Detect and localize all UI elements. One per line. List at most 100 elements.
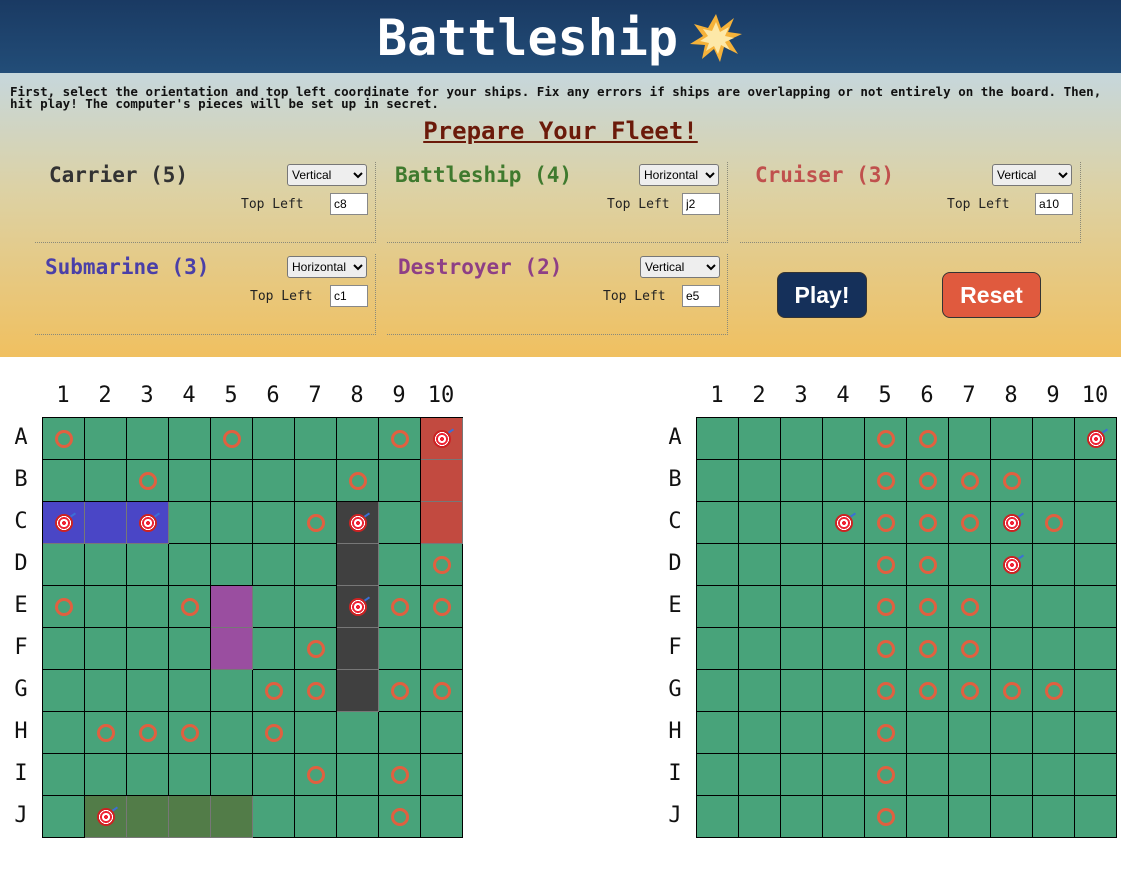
board-cell-h1[interactable] (697, 712, 739, 754)
board-cell-c9[interactable] (1033, 502, 1075, 544)
board-cell-j5[interactable] (865, 796, 907, 838)
board-cell-f5[interactable] (865, 628, 907, 670)
board-cell-c5[interactable] (865, 502, 907, 544)
board-cell-e1[interactable] (697, 586, 739, 628)
board-cell-f4[interactable] (823, 628, 865, 670)
board-cell-c4[interactable] (823, 502, 865, 544)
board-cell-d7[interactable] (949, 544, 991, 586)
board-cell-h6[interactable] (907, 712, 949, 754)
board-cell-d4[interactable] (823, 544, 865, 586)
board-cell-a6[interactable] (907, 418, 949, 460)
board-cell-a4[interactable] (823, 418, 865, 460)
board-cell-g7[interactable] (949, 670, 991, 712)
orientation-select-destroyer[interactable]: Vertical (640, 256, 720, 278)
board-cell-b2[interactable] (739, 460, 781, 502)
board-cell-g9[interactable] (1033, 670, 1075, 712)
board-cell-h3[interactable] (781, 712, 823, 754)
top-left-input-cruiser[interactable] (1035, 193, 1073, 215)
board-cell-c3[interactable] (781, 502, 823, 544)
board-cell-a10[interactable] (1075, 418, 1117, 460)
play-button[interactable]: Play! (777, 272, 867, 318)
board-cell-e3[interactable] (781, 586, 823, 628)
board-cell-i5[interactable] (865, 754, 907, 796)
board-cell-j9[interactable] (1033, 796, 1075, 838)
board-cell-c7[interactable] (949, 502, 991, 544)
board-cell-e9[interactable] (1033, 586, 1075, 628)
board-cell-a2[interactable] (739, 418, 781, 460)
board-cell-f3[interactable] (781, 628, 823, 670)
board-cell-g8[interactable] (991, 670, 1033, 712)
board-cell-e7[interactable] (949, 586, 991, 628)
board-cell-e5[interactable] (865, 586, 907, 628)
board-cell-f2[interactable] (739, 628, 781, 670)
board-cell-a8[interactable] (991, 418, 1033, 460)
board-cell-b1[interactable] (697, 460, 739, 502)
board-cell-d5[interactable] (865, 544, 907, 586)
board-cell-e6[interactable] (907, 586, 949, 628)
board-cell-f7[interactable] (949, 628, 991, 670)
board-cell-h10[interactable] (1075, 712, 1117, 754)
board-cell-e8[interactable] (991, 586, 1033, 628)
board-cell-j10[interactable] (1075, 796, 1117, 838)
board-cell-a3[interactable] (781, 418, 823, 460)
top-left-input-submarine[interactable] (330, 285, 368, 307)
board-cell-d2[interactable] (739, 544, 781, 586)
reset-button[interactable]: Reset (942, 272, 1041, 318)
board-cell-i6[interactable] (907, 754, 949, 796)
orientation-select-cruiser[interactable]: Vertical (992, 164, 1072, 186)
board-cell-f1[interactable] (697, 628, 739, 670)
board-cell-g1[interactable] (697, 670, 739, 712)
board-cell-j2[interactable] (739, 796, 781, 838)
board-cell-c10[interactable] (1075, 502, 1117, 544)
top-left-input-battleship[interactable] (682, 193, 720, 215)
board-cell-i1[interactable] (697, 754, 739, 796)
board-cell-i2[interactable] (739, 754, 781, 796)
board-cell-b6[interactable] (907, 460, 949, 502)
board-cell-g3[interactable] (781, 670, 823, 712)
board-cell-i3[interactable] (781, 754, 823, 796)
board-cell-g2[interactable] (739, 670, 781, 712)
board-cell-g5[interactable] (865, 670, 907, 712)
board-cell-b7[interactable] (949, 460, 991, 502)
board-cell-a1[interactable] (697, 418, 739, 460)
board-cell-a7[interactable] (949, 418, 991, 460)
board-cell-h4[interactable] (823, 712, 865, 754)
board-cell-i9[interactable] (1033, 754, 1075, 796)
orientation-select-battleship[interactable]: Horizontal (639, 164, 719, 186)
board-cell-j6[interactable] (907, 796, 949, 838)
board-cell-h5[interactable] (865, 712, 907, 754)
board-cell-b9[interactable] (1033, 460, 1075, 502)
board-cell-j3[interactable] (781, 796, 823, 838)
board-cell-h2[interactable] (739, 712, 781, 754)
board-cell-d3[interactable] (781, 544, 823, 586)
board-cell-e4[interactable] (823, 586, 865, 628)
board-cell-j4[interactable] (823, 796, 865, 838)
board-cell-b3[interactable] (781, 460, 823, 502)
top-left-input-carrier[interactable] (330, 193, 368, 215)
board-cell-g10[interactable] (1075, 670, 1117, 712)
board-cell-h7[interactable] (949, 712, 991, 754)
board-cell-c8[interactable] (991, 502, 1033, 544)
board-cell-b8[interactable] (991, 460, 1033, 502)
board-cell-g6[interactable] (907, 670, 949, 712)
board-cell-d9[interactable] (1033, 544, 1075, 586)
board-cell-b4[interactable] (823, 460, 865, 502)
board-cell-g4[interactable] (823, 670, 865, 712)
board-cell-e2[interactable] (739, 586, 781, 628)
board-cell-f6[interactable] (907, 628, 949, 670)
board-cell-f9[interactable] (1033, 628, 1075, 670)
board-cell-d8[interactable] (991, 544, 1033, 586)
board-cell-i10[interactable] (1075, 754, 1117, 796)
board-cell-f8[interactable] (991, 628, 1033, 670)
board-cell-c1[interactable] (697, 502, 739, 544)
board-cell-d10[interactable] (1075, 544, 1117, 586)
orientation-select-submarine[interactable]: Horizontal (287, 256, 367, 278)
board-cell-b10[interactable] (1075, 460, 1117, 502)
board-cell-h8[interactable] (991, 712, 1033, 754)
board-cell-h9[interactable] (1033, 712, 1075, 754)
board-cell-d6[interactable] (907, 544, 949, 586)
board-cell-j7[interactable] (949, 796, 991, 838)
board-cell-i8[interactable] (991, 754, 1033, 796)
board-cell-j8[interactable] (991, 796, 1033, 838)
board-cell-i4[interactable] (823, 754, 865, 796)
